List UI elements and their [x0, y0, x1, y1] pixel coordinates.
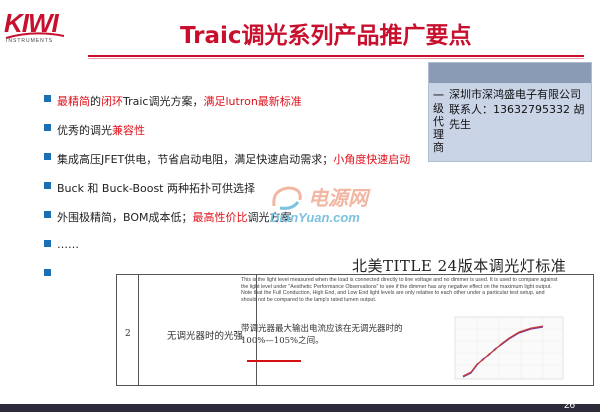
bullet-segment: 外围极精简，BOM成本低；	[57, 211, 193, 224]
contact-company: 深圳市深鸿盛电子有限公司	[449, 88, 581, 101]
standard-table: 2 无调光器时的光强 This is the light level measu…	[116, 274, 594, 386]
watermark-chinese: 电源网	[308, 186, 368, 210]
title-divider-shadow	[88, 58, 584, 59]
table-english-description: This is the light level measured when th…	[241, 277, 558, 303]
bullet-segment: 的	[90, 95, 101, 108]
standard-title: 北美TITLE 24版本调光灯标准	[352, 257, 567, 275]
bullet-square-icon	[44, 95, 51, 102]
contact-box: 一级代理商 深圳市深鸿盛电子有限公司 联系人：13632795332 胡先生	[428, 62, 592, 162]
bullet-segment: 优秀的调光	[57, 124, 112, 137]
bullet-highlight: 最精简	[57, 95, 90, 108]
table-cell-name: 无调光器时的光强	[167, 331, 244, 342]
bullet-text: 最精简的闭环Traic调光方案，满足lutron最新标准	[57, 93, 302, 109]
contact-header-bar	[429, 63, 591, 83]
logo-subtext: INSTRUMENTS	[6, 38, 54, 44]
bullet-segment: 集成高压JFET供电，节省启动电阻，满足快速启动需求；	[57, 153, 334, 166]
bullet-square-icon	[44, 240, 51, 247]
bullet-text: Buck 和 Buck-Boost 两种拓扑可供选择	[57, 180, 255, 196]
bullet-highlight: 满足lutron最新标准	[203, 95, 302, 108]
bullet-segment: Traic调光方案，	[123, 95, 204, 108]
bullet-square-icon	[44, 269, 51, 276]
table-cell-number: 2	[125, 329, 131, 339]
table-col-number: 2	[117, 275, 139, 385]
red-underline	[247, 360, 301, 362]
bullet-square-icon	[44, 211, 51, 218]
watermark-url: DianYuan.com	[270, 210, 360, 225]
light-level-chart	[454, 316, 564, 380]
bullet-square-icon	[44, 153, 51, 160]
table-chinese-note: 带调光器最大输出电流应该在无调光器时的100%—105%之间。	[241, 324, 403, 346]
bullet-item: 最精简的闭环Traic调光方案，满足lutron最新标准	[44, 93, 434, 122]
title-divider	[88, 55, 584, 57]
bullet-segment: ……	[57, 238, 79, 251]
bullet-highlight: 小角度快速启动	[333, 153, 411, 166]
bullet-segment: Buck 和 Buck-Boost 两种拓扑可供选择	[57, 182, 255, 195]
watermark-swirl-icon	[272, 186, 302, 210]
bullet-item: 集成高压JFET供电，节省启动电阻，满足快速启动需求；小角度快速启动	[44, 151, 434, 180]
bullet-highlight: 最高性价比	[192, 211, 248, 224]
bullet-text: 外围极精简，BOM成本低；最高性价比调光方案	[57, 209, 292, 225]
page-title: Traic调光系列产品推广要点	[180, 23, 472, 49]
bullet-text: ……	[57, 238, 79, 251]
contact-person: 联系人：13632795332 胡先生	[449, 103, 585, 131]
bullet-text: 集成高压JFET供电，节省启动电阻，满足快速启动需求；小角度快速启动	[57, 151, 410, 167]
contact-tag: 一级代理商	[433, 89, 444, 154]
bullet-highlight: 闭环	[101, 95, 123, 108]
watermark: 电源网 DianYuan.com	[270, 182, 410, 232]
bullet-square-icon	[44, 182, 51, 189]
bullet-text: 优秀的调光兼容性	[57, 122, 145, 138]
logo-text: KIWI	[4, 8, 59, 38]
page-number: 26	[564, 400, 576, 411]
bullet-highlight: 兼容性	[112, 124, 145, 137]
bullet-item: 优秀的调光兼容性	[44, 122, 434, 151]
contact-body: 深圳市深鸿盛电子有限公司 联系人：13632795332 胡先生	[449, 87, 589, 132]
bullet-square-icon	[44, 124, 51, 131]
table-col-name: 无调光器时的光强	[139, 275, 257, 385]
footer-bar	[0, 404, 600, 412]
